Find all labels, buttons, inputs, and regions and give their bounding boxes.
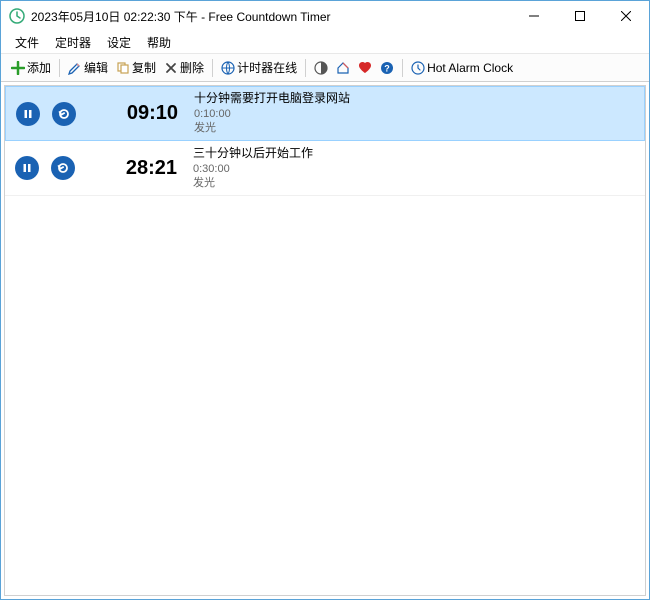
- titlebar: 2023年05月10日 02:22:30 下午 - Free Countdown…: [1, 1, 649, 31]
- copy-button[interactable]: 复制: [112, 57, 160, 78]
- pause-icon: [22, 163, 32, 173]
- help-button[interactable]: ?: [376, 59, 398, 77]
- app-window: 2023年05月10日 02:22:30 下午 - Free Countdown…: [0, 0, 650, 600]
- maximize-button[interactable]: [557, 1, 603, 31]
- hot-label: Hot Alarm Clock: [427, 61, 513, 75]
- window-controls: [511, 1, 649, 31]
- separator: [59, 59, 60, 77]
- menu-timer[interactable]: 定时器: [47, 31, 99, 54]
- help-icon: ?: [380, 61, 394, 75]
- pencil-icon: [68, 61, 82, 75]
- svg-text:?: ?: [384, 63, 390, 73]
- timer-row[interactable]: 09:10 十分钟需要打开电脑登录网站 0:10:00 发光: [5, 86, 645, 141]
- copy-icon: [116, 61, 130, 75]
- timer-list: 09:10 十分钟需要打开电脑登录网站 0:10:00 发光 28:21 三十分…: [4, 85, 646, 596]
- separator: [402, 59, 403, 77]
- clock-icon: [411, 61, 425, 75]
- timer-row[interactable]: 28:21 三十分钟以后开始工作 0:30:00 发光: [5, 141, 645, 196]
- heart-icon: [358, 61, 372, 75]
- contrast-icon: [314, 61, 328, 75]
- app-icon: [9, 8, 25, 24]
- delete-label: 删除: [180, 59, 204, 76]
- timer-duration: 0:10:00: [194, 107, 350, 121]
- countdown-time: 09:10: [88, 102, 178, 125]
- heart-button[interactable]: [354, 59, 376, 77]
- menu-file[interactable]: 文件: [7, 31, 47, 54]
- add-label: 添加: [27, 59, 51, 76]
- timer-description: 十分钟需要打开电脑登录网站: [194, 91, 350, 107]
- timer-description: 三十分钟以后开始工作: [193, 146, 313, 162]
- home-button[interactable]: [332, 59, 354, 77]
- timer-details: 三十分钟以后开始工作 0:30:00 发光: [193, 146, 313, 190]
- globe-icon: [221, 61, 235, 75]
- home-icon: [336, 61, 350, 75]
- restart-button[interactable]: [52, 102, 76, 126]
- x-icon: [164, 61, 178, 75]
- contrast-button[interactable]: [310, 59, 332, 77]
- separator: [305, 59, 306, 77]
- edit-label: 编辑: [84, 59, 108, 76]
- close-button[interactable]: [603, 1, 649, 31]
- online-button[interactable]: 计时器在线: [217, 57, 301, 78]
- add-button[interactable]: 添加: [7, 57, 55, 78]
- timer-action: 发光: [194, 121, 350, 135]
- online-label: 计时器在线: [237, 59, 297, 76]
- edit-button[interactable]: 编辑: [64, 57, 112, 78]
- restart-icon: [57, 162, 69, 174]
- timer-duration: 0:30:00: [193, 162, 313, 176]
- menu-help[interactable]: 帮助: [139, 31, 179, 54]
- restart-button[interactable]: [51, 156, 75, 180]
- delete-button[interactable]: 删除: [160, 57, 208, 78]
- timer-action: 发光: [193, 176, 313, 190]
- copy-label: 复制: [132, 59, 156, 76]
- countdown-time: 28:21: [87, 157, 177, 180]
- pause-icon: [23, 109, 33, 119]
- hot-alarm-button[interactable]: Hot Alarm Clock: [407, 59, 517, 77]
- plus-icon: [11, 61, 25, 75]
- restart-icon: [58, 108, 70, 120]
- minimize-button[interactable]: [511, 1, 557, 31]
- menu-settings[interactable]: 设定: [99, 31, 139, 54]
- pause-button[interactable]: [16, 102, 40, 126]
- toolbar: 添加 编辑 复制 删除 计时器在线 ?: [1, 54, 649, 82]
- separator: [212, 59, 213, 77]
- window-title: 2023年05月10日 02:22:30 下午 - Free Countdown…: [31, 8, 511, 25]
- menubar: 文件 定时器 设定 帮助: [1, 31, 649, 54]
- pause-button[interactable]: [15, 156, 39, 180]
- timer-details: 十分钟需要打开电脑登录网站 0:10:00 发光: [194, 91, 350, 135]
